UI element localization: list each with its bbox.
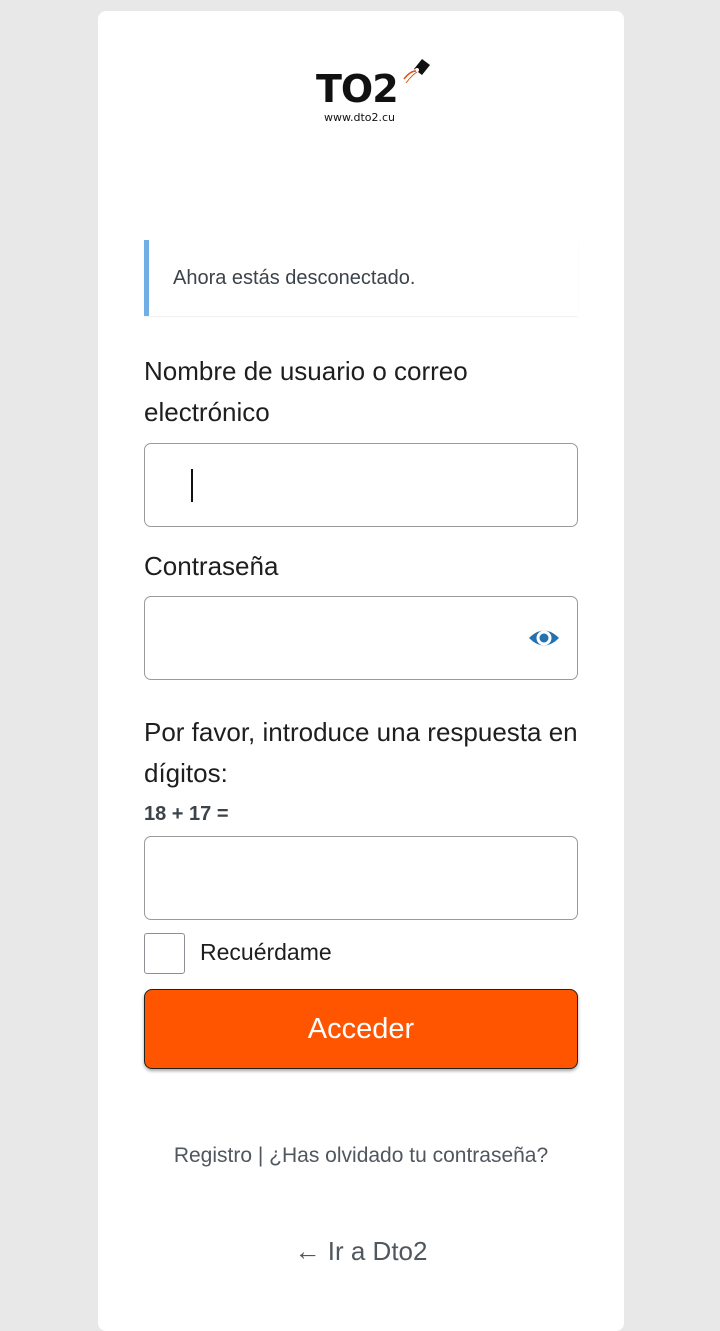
register-link[interactable]: Registro xyxy=(174,1144,252,1167)
site-logo[interactable]: TO2 www.dto2.cu xyxy=(316,57,436,137)
back-to-site-link[interactable]: ← Ir a Dto2 xyxy=(144,1236,578,1267)
eye-icon[interactable] xyxy=(527,621,561,655)
remember-label[interactable]: Recuérdame xyxy=(200,939,332,966)
link-separator: | xyxy=(257,1144,264,1167)
auth-links: Registro | ¿Has olvidado tu contraseña? xyxy=(144,1138,578,1173)
notice-message: Ahora estás desconectado. xyxy=(173,266,416,289)
logout-notice: Ahora estás desconectado. xyxy=(144,240,578,316)
remember-checkbox[interactable] xyxy=(144,933,185,974)
price-tag-icon xyxy=(403,59,430,84)
username-label: Nombre de usuario o correo electrónico xyxy=(144,356,468,427)
back-arrow-icon: ← xyxy=(294,1236,321,1266)
logo-url: www.dto2.cu xyxy=(324,111,396,124)
lost-password-link[interactable]: ¿Has olvidado tu contraseña? xyxy=(269,1144,548,1167)
password-input[interactable] xyxy=(144,596,578,680)
login-card: TO2 www.dto2.cu Ahora estás desconectado… xyxy=(98,11,624,1331)
username-input[interactable] xyxy=(144,443,578,527)
captcha-input[interactable] xyxy=(144,836,578,920)
login-button[interactable]: Acceder xyxy=(144,989,578,1069)
logo-text: TO2 xyxy=(316,67,399,111)
text-caret xyxy=(191,469,193,502)
captcha-question: 18 + 17 = xyxy=(144,803,229,825)
captcha-label: Por favor, introduce una respuesta en dí… xyxy=(144,717,578,788)
back-link-label: Ir a Dto2 xyxy=(327,1236,428,1266)
password-label: Contraseña xyxy=(144,551,279,581)
